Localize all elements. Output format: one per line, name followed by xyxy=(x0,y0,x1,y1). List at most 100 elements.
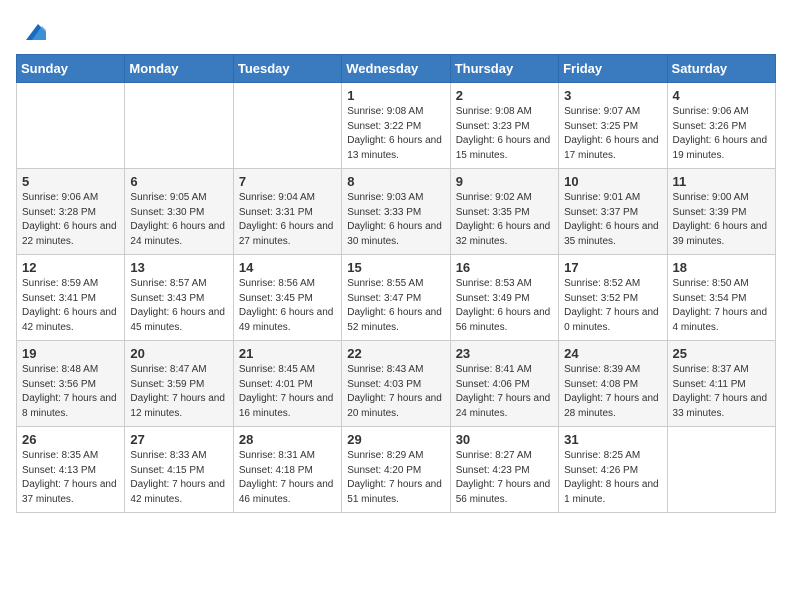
calendar-cell: 15 Sunrise: 8:55 AM Sunset: 3:47 PM Dayli… xyxy=(342,255,450,341)
day-number: 7 xyxy=(239,174,336,189)
calendar-cell xyxy=(233,83,341,169)
weekday-header-cell: Wednesday xyxy=(342,55,450,83)
day-number: 23 xyxy=(456,346,553,361)
calendar-cell: 19 Sunrise: 8:48 AM Sunset: 3:56 PM Dayli… xyxy=(17,341,125,427)
calendar-cell: 28 Sunrise: 8:31 AM Sunset: 4:18 PM Dayli… xyxy=(233,427,341,513)
calendar-cell: 20 Sunrise: 8:47 AM Sunset: 3:59 PM Dayli… xyxy=(125,341,233,427)
day-number: 2 xyxy=(456,88,553,103)
day-detail: Sunrise: 8:27 AM Sunset: 4:23 PM Dayligh… xyxy=(456,449,553,507)
calendar-cell: 30 Sunrise: 8:27 AM Sunset: 4:23 PM Dayli… xyxy=(450,427,558,513)
calendar-cell: 18 Sunrise: 8:50 AM Sunset: 3:54 PM Dayli… xyxy=(667,255,775,341)
day-detail: Sunrise: 9:05 AM Sunset: 3:30 PM Dayligh… xyxy=(130,191,227,249)
calendar-cell: 29Sunrise: 8:29 AM Sunset: 4:20 PM Dayli… xyxy=(342,427,450,513)
day-number: 28 xyxy=(239,432,336,447)
calendar-cell: 27 Sunrise: 8:33 AM Sunset: 4:15 PM Dayli… xyxy=(125,427,233,513)
day-detail: Sunrise: 9:08 AM Sunset: 3:22 PM Dayligh… xyxy=(347,105,444,163)
calendar-cell: 2 Sunrise: 9:08 AM Sunset: 3:23 PM Daylig… xyxy=(450,83,558,169)
day-detail: Sunrise: 9:01 AM Sunset: 3:37 PM Dayligh… xyxy=(564,191,661,249)
calendar-cell: 14 Sunrise: 8:56 AM Sunset: 3:45 PM Dayli… xyxy=(233,255,341,341)
header xyxy=(16,16,776,44)
weekday-header-cell: Sunday xyxy=(17,55,125,83)
calendar-table: SundayMondayTuesdayWednesdayThursdayFrid… xyxy=(16,54,776,513)
day-number: 6 xyxy=(130,174,227,189)
day-detail: Sunrise: 8:25 AM Sunset: 4:26 PM Dayligh… xyxy=(564,449,661,507)
day-number: 11 xyxy=(673,174,770,189)
logo-icon xyxy=(18,16,46,44)
day-detail: Sunrise: 8:48 AM Sunset: 3:56 PM Dayligh… xyxy=(22,363,119,421)
day-number: 15 xyxy=(347,260,444,275)
calendar-cell: 17Sunrise: 8:52 AM Sunset: 3:52 PM Dayli… xyxy=(559,255,667,341)
day-detail: Sunrise: 9:02 AM Sunset: 3:35 PM Dayligh… xyxy=(456,191,553,249)
day-number: 5 xyxy=(22,174,119,189)
calendar-cell: 13 Sunrise: 8:57 AM Sunset: 3:43 PM Dayli… xyxy=(125,255,233,341)
week-row: 5 Sunrise: 9:06 AM Sunset: 3:28 PM Daylig… xyxy=(17,169,776,255)
day-number: 13 xyxy=(130,260,227,275)
day-detail: Sunrise: 8:39 AM Sunset: 4:08 PM Dayligh… xyxy=(564,363,661,421)
day-detail: Sunrise: 8:59 AM Sunset: 3:41 PM Dayligh… xyxy=(22,277,119,335)
day-detail: Sunrise: 9:07 AM Sunset: 3:25 PM Dayligh… xyxy=(564,105,661,163)
day-detail: Sunrise: 8:50 AM Sunset: 3:54 PM Dayligh… xyxy=(673,277,770,335)
calendar-body: 1 Sunrise: 9:08 AM Sunset: 3:22 PM Daylig… xyxy=(17,83,776,513)
day-number: 26 xyxy=(22,432,119,447)
day-detail: Sunrise: 8:31 AM Sunset: 4:18 PM Dayligh… xyxy=(239,449,336,507)
day-number: 10 xyxy=(564,174,661,189)
day-number: 16 xyxy=(456,260,553,275)
calendar-cell: 12 Sunrise: 8:59 AM Sunset: 3:41 PM Dayli… xyxy=(17,255,125,341)
day-detail: Sunrise: 8:47 AM Sunset: 3:59 PM Dayligh… xyxy=(130,363,227,421)
day-number: 24 xyxy=(564,346,661,361)
day-detail: Sunrise: 9:08 AM Sunset: 3:23 PM Dayligh… xyxy=(456,105,553,163)
calendar-cell: 4 Sunrise: 9:06 AM Sunset: 3:26 PM Daylig… xyxy=(667,83,775,169)
day-detail: Sunrise: 8:33 AM Sunset: 4:15 PM Dayligh… xyxy=(130,449,227,507)
calendar-cell: 6 Sunrise: 9:05 AM Sunset: 3:30 PM Daylig… xyxy=(125,169,233,255)
weekday-header-cell: Monday xyxy=(125,55,233,83)
day-number: 21 xyxy=(239,346,336,361)
calendar-cell: 31 Sunrise: 8:25 AM Sunset: 4:26 PM Dayli… xyxy=(559,427,667,513)
week-row: 12 Sunrise: 8:59 AM Sunset: 3:41 PM Dayli… xyxy=(17,255,776,341)
day-number: 22 xyxy=(347,346,444,361)
day-detail: Sunrise: 8:41 AM Sunset: 4:06 PM Dayligh… xyxy=(456,363,553,421)
day-number: 3 xyxy=(564,88,661,103)
day-number: 30 xyxy=(456,432,553,447)
day-detail: Sunrise: 8:35 AM Sunset: 4:13 PM Dayligh… xyxy=(22,449,119,507)
day-number: 4 xyxy=(673,88,770,103)
calendar-cell: 9 Sunrise: 9:02 AM Sunset: 3:35 PM Daylig… xyxy=(450,169,558,255)
calendar-cell: 22Sunrise: 8:43 AM Sunset: 4:03 PM Dayli… xyxy=(342,341,450,427)
day-number: 20 xyxy=(130,346,227,361)
day-detail: Sunrise: 8:45 AM Sunset: 4:01 PM Dayligh… xyxy=(239,363,336,421)
week-row: 26 Sunrise: 8:35 AM Sunset: 4:13 PM Dayli… xyxy=(17,427,776,513)
day-number: 27 xyxy=(130,432,227,447)
day-number: 14 xyxy=(239,260,336,275)
calendar-cell: 10 Sunrise: 9:01 AM Sunset: 3:37 PM Dayli… xyxy=(559,169,667,255)
day-detail: Sunrise: 9:06 AM Sunset: 3:28 PM Dayligh… xyxy=(22,191,119,249)
calendar-cell: 16 Sunrise: 8:53 AM Sunset: 3:49 PM Dayli… xyxy=(450,255,558,341)
day-detail: Sunrise: 8:37 AM Sunset: 4:11 PM Dayligh… xyxy=(673,363,770,421)
week-row: 19 Sunrise: 8:48 AM Sunset: 3:56 PM Dayli… xyxy=(17,341,776,427)
day-number: 31 xyxy=(564,432,661,447)
day-number: 9 xyxy=(456,174,553,189)
weekday-header-cell: Saturday xyxy=(667,55,775,83)
day-detail: Sunrise: 8:57 AM Sunset: 3:43 PM Dayligh… xyxy=(130,277,227,335)
calendar-cell: 3 Sunrise: 9:07 AM Sunset: 3:25 PM Daylig… xyxy=(559,83,667,169)
weekday-header-cell: Thursday xyxy=(450,55,558,83)
day-detail: Sunrise: 8:56 AM Sunset: 3:45 PM Dayligh… xyxy=(239,277,336,335)
calendar-cell: 24 Sunrise: 8:39 AM Sunset: 4:08 PM Dayli… xyxy=(559,341,667,427)
weekday-header-row: SundayMondayTuesdayWednesdayThursdayFrid… xyxy=(17,55,776,83)
day-detail: Sunrise: 8:55 AM Sunset: 3:47 PM Dayligh… xyxy=(347,277,444,335)
weekday-header-cell: Tuesday xyxy=(233,55,341,83)
day-detail: Sunrise: 9:04 AM Sunset: 3:31 PM Dayligh… xyxy=(239,191,336,249)
day-detail: Sunrise: 9:06 AM Sunset: 3:26 PM Dayligh… xyxy=(673,105,770,163)
calendar-cell: 23 Sunrise: 8:41 AM Sunset: 4:06 PM Dayli… xyxy=(450,341,558,427)
calendar-cell: 11 Sunrise: 9:00 AM Sunset: 3:39 PM Dayli… xyxy=(667,169,775,255)
logo xyxy=(16,16,46,44)
calendar-cell: 5 Sunrise: 9:06 AM Sunset: 3:28 PM Daylig… xyxy=(17,169,125,255)
day-number: 12 xyxy=(22,260,119,275)
calendar-cell: 7 Sunrise: 9:04 AM Sunset: 3:31 PM Daylig… xyxy=(233,169,341,255)
day-number: 8 xyxy=(347,174,444,189)
day-number: 19 xyxy=(22,346,119,361)
calendar-cell: 21 Sunrise: 8:45 AM Sunset: 4:01 PM Dayli… xyxy=(233,341,341,427)
day-number: 1 xyxy=(347,88,444,103)
day-detail: Sunrise: 9:00 AM Sunset: 3:39 PM Dayligh… xyxy=(673,191,770,249)
calendar-cell: 8Sunrise: 9:03 AM Sunset: 3:33 PM Daylig… xyxy=(342,169,450,255)
day-detail: Sunrise: 8:53 AM Sunset: 3:49 PM Dayligh… xyxy=(456,277,553,335)
day-number: 18 xyxy=(673,260,770,275)
